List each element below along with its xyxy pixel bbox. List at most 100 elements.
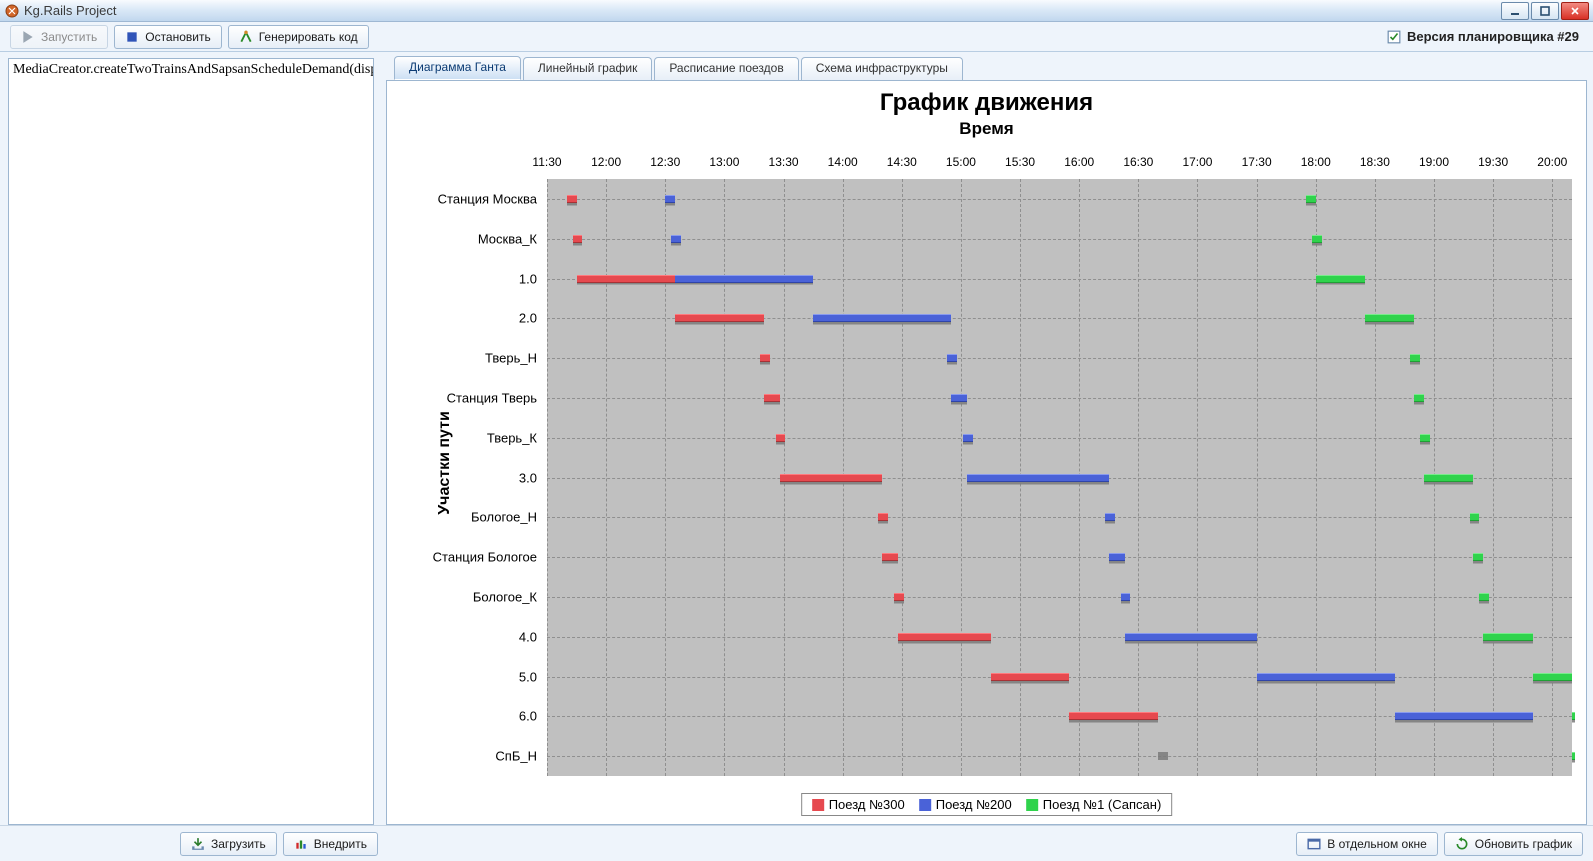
gantt-bar[interactable] xyxy=(1257,673,1395,681)
legend-item[interactable]: Поезд №200 xyxy=(919,797,1012,812)
plot-area[interactable] xyxy=(547,179,1572,776)
gantt-bar[interactable] xyxy=(776,434,786,442)
run-button[interactable]: Запустить xyxy=(10,25,108,49)
gantt-bar[interactable] xyxy=(1572,752,1575,760)
y-category: СпБ_Н xyxy=(495,749,537,764)
window-title: Kg.Rails Project xyxy=(24,3,116,18)
legend-label: Поезд №1 (Сапсан) xyxy=(1043,797,1162,812)
window-maximize-button[interactable] xyxy=(1531,2,1559,20)
gantt-bar[interactable] xyxy=(1479,593,1489,601)
open-window-button[interactable]: В отдельном окне xyxy=(1296,832,1438,856)
x-tick: 11:30 xyxy=(532,155,561,169)
gantt-bar[interactable] xyxy=(1306,195,1316,203)
generate-icon xyxy=(239,30,253,44)
gantt-bar[interactable] xyxy=(1121,593,1131,601)
y-category: Бологое_Н xyxy=(471,510,537,525)
gantt-bar[interactable] xyxy=(963,434,973,442)
x-tick: 13:30 xyxy=(769,155,799,169)
x-tick: 15:00 xyxy=(946,155,976,169)
right-panel: Диаграмма ГантаЛинейный графикРасписание… xyxy=(382,52,1593,825)
chart-title: График движения xyxy=(387,81,1586,119)
refresh-chart-button[interactable]: Обновить график xyxy=(1444,832,1583,856)
load-button[interactable]: Загрузить xyxy=(180,832,277,856)
x-tick: 20:00 xyxy=(1537,155,1567,169)
tab-2[interactable]: Расписание поездов xyxy=(654,57,798,81)
stop-icon xyxy=(125,30,139,44)
y-category: 4.0 xyxy=(519,629,537,644)
gantt-bar[interactable] xyxy=(894,593,904,601)
gantt-bar[interactable] xyxy=(1483,633,1532,641)
deploy-button-label: Внедрить xyxy=(314,837,367,851)
gantt-bar[interactable] xyxy=(813,314,951,322)
generate-code-button[interactable]: Генерировать код xyxy=(228,25,369,49)
gantt-bar[interactable] xyxy=(1069,712,1158,720)
y-category: 3.0 xyxy=(519,470,537,485)
gantt-bar[interactable] xyxy=(1105,513,1115,521)
y-category: 6.0 xyxy=(519,709,537,724)
gantt-bar[interactable] xyxy=(1395,712,1533,720)
bottom-toolbar: Загрузить Внедрить В отдельном окне Обно… xyxy=(0,825,1593,861)
y-category: Станция Бологое xyxy=(433,550,537,565)
gantt-bar[interactable] xyxy=(567,195,577,203)
code-editor[interactable] xyxy=(8,58,374,825)
gantt-bar[interactable] xyxy=(1410,354,1420,362)
gantt-bar[interactable] xyxy=(882,553,898,561)
chart-container: График движения Время Участки пути 11:30… xyxy=(386,80,1587,825)
window-icon xyxy=(1307,837,1321,851)
y-category: Москва_К xyxy=(478,231,537,246)
load-icon xyxy=(191,837,205,851)
load-button-label: Загрузить xyxy=(211,837,266,851)
app-icon xyxy=(4,3,20,19)
gantt-bar[interactable] xyxy=(991,673,1070,681)
legend-swatch xyxy=(812,799,824,811)
tab-0[interactable]: Диаграмма Ганта xyxy=(394,56,521,80)
deploy-icon xyxy=(294,837,308,851)
gantt-bar[interactable] xyxy=(951,394,967,402)
gantt-bar[interactable] xyxy=(577,275,676,283)
gantt-bar[interactable] xyxy=(1572,712,1575,720)
gantt-bar[interactable] xyxy=(947,354,957,362)
y-category: 2.0 xyxy=(519,311,537,326)
gantt-bar[interactable] xyxy=(665,195,675,203)
x-tick: 17:00 xyxy=(1182,155,1212,169)
gantt-bar[interactable] xyxy=(675,314,764,322)
gantt-bar[interactable] xyxy=(671,235,681,243)
y-category: 1.0 xyxy=(519,271,537,286)
gantt-bar[interactable] xyxy=(675,275,813,283)
legend-item[interactable]: Поезд №1 (Сапсан) xyxy=(1026,797,1162,812)
y-category: Бологое_К xyxy=(473,589,537,604)
gantt-bar[interactable] xyxy=(1533,673,1572,681)
gantt-bar[interactable] xyxy=(1424,474,1473,482)
gantt-bar[interactable] xyxy=(764,394,780,402)
tab-3[interactable]: Схема инфраструктуры xyxy=(801,57,963,81)
gantt-bar[interactable] xyxy=(1109,553,1125,561)
legend-swatch xyxy=(1026,799,1038,811)
gantt-bar[interactable] xyxy=(573,235,583,243)
y-category: Станция Тверь xyxy=(447,390,537,405)
gantt-bar[interactable] xyxy=(1473,553,1483,561)
gantt-bar[interactable] xyxy=(1312,235,1322,243)
x-tick: 16:30 xyxy=(1123,155,1153,169)
gantt-bar[interactable] xyxy=(898,633,991,641)
gantt-bar[interactable] xyxy=(1414,394,1424,402)
gantt-bar[interactable] xyxy=(967,474,1109,482)
x-tick: 16:00 xyxy=(1064,155,1094,169)
gantt-bar[interactable] xyxy=(760,354,770,362)
version-icon xyxy=(1387,30,1401,44)
planner-version-label: Версия планировщика #29 xyxy=(1387,29,1583,44)
gantt-bar[interactable] xyxy=(1125,633,1257,641)
gantt-bar[interactable] xyxy=(1316,275,1365,283)
gantt-bar[interactable] xyxy=(1365,314,1414,322)
x-tick: 17:30 xyxy=(1242,155,1272,169)
window-minimize-button[interactable] xyxy=(1501,2,1529,20)
gantt-bar[interactable] xyxy=(780,474,883,482)
stop-button[interactable]: Остановить xyxy=(114,25,222,49)
deploy-button[interactable]: Внедрить xyxy=(283,832,378,856)
gantt-bar[interactable] xyxy=(878,513,888,521)
refresh-icon xyxy=(1455,837,1469,851)
window-close-button[interactable] xyxy=(1561,2,1589,20)
tab-1[interactable]: Линейный график xyxy=(523,57,652,81)
gantt-bar[interactable] xyxy=(1470,513,1480,521)
gantt-bar[interactable] xyxy=(1420,434,1430,442)
legend-item[interactable]: Поезд №300 xyxy=(812,797,905,812)
